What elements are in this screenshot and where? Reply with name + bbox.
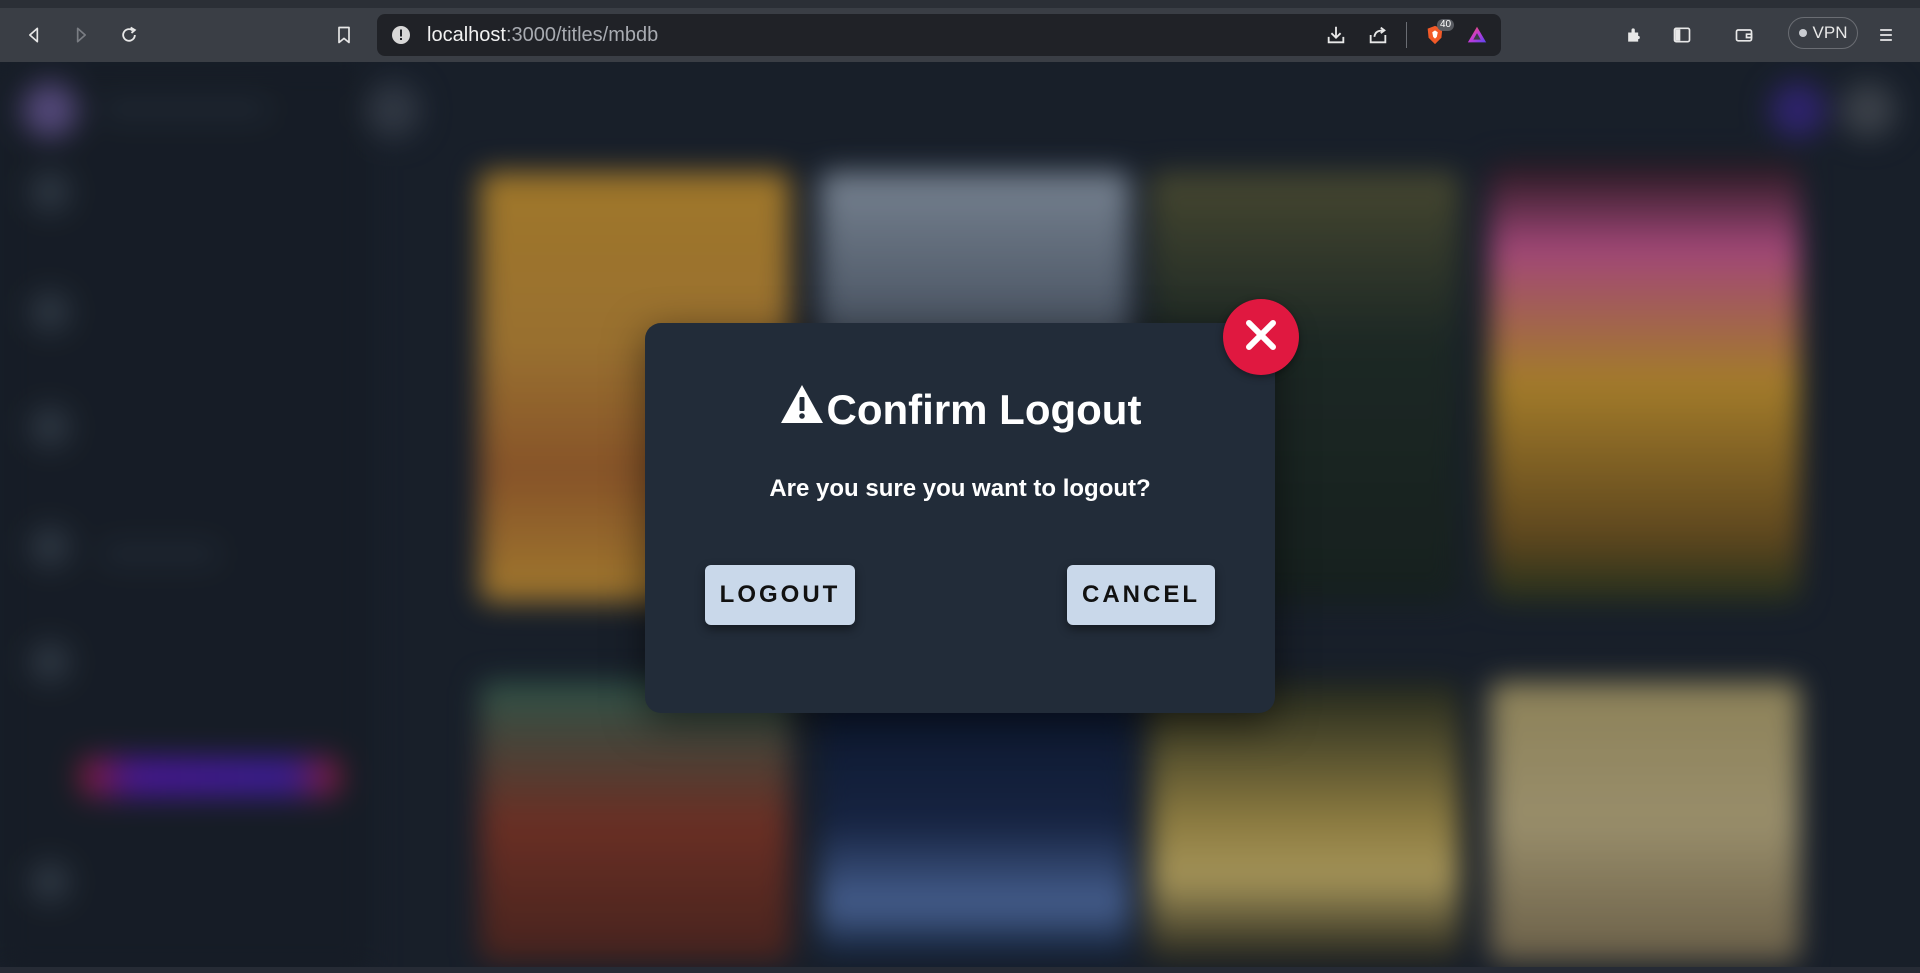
reload-icon[interactable] [115, 21, 143, 49]
download-icon[interactable] [1322, 21, 1350, 49]
close-icon [1241, 315, 1281, 360]
browser-toolbar: localhost:3000/titles/mbdb 40 VPN [0, 8, 1920, 62]
separator [1406, 22, 1407, 48]
forward-arrow-icon[interactable] [67, 21, 95, 49]
vpn-status-dot [1798, 29, 1807, 37]
warning-icon [779, 383, 825, 436]
vpn-label: VPN [1812, 23, 1848, 42]
logout-dialog: Confirm Logout Are you sure you want to … [645, 323, 1275, 713]
brave-shields-icon[interactable]: 40 [1421, 19, 1455, 49]
dialog-message: Are you sure you want to logout? [769, 475, 1151, 502]
site-info-icon[interactable] [391, 25, 411, 45]
share-icon[interactable] [1364, 21, 1392, 49]
logout-button[interactable]: LOGOUT [705, 565, 855, 625]
bookmark-icon[interactable] [330, 21, 358, 49]
url-text[interactable]: localhost:3000/titles/mbdb [427, 25, 658, 45]
vpn-button[interactable]: VPN [1788, 17, 1858, 49]
menu-icon[interactable] [1872, 21, 1900, 49]
dialog-title: Confirm Logout [645, 383, 1275, 436]
dialog-title-text: Confirm Logout [826, 385, 1142, 433]
brave-badge-count: 40 [1437, 19, 1455, 31]
close-button[interactable] [1223, 299, 1299, 375]
url-host: localhost [427, 24, 506, 46]
wallet-icon[interactable] [1730, 21, 1758, 49]
back-arrow-icon[interactable] [20, 21, 48, 49]
url-path: :3000/titles/mbdb [505, 24, 659, 46]
cancel-button[interactable]: CANCEL [1067, 565, 1215, 625]
browser-tab-strip [0, 0, 1920, 8]
sidebar-toggle-icon[interactable] [1668, 21, 1696, 49]
extensions-icon[interactable] [1620, 21, 1648, 49]
address-bar[interactable]: localhost:3000/titles/mbdb 40 [377, 14, 1501, 56]
brave-rewards-icon[interactable] [1463, 21, 1491, 49]
